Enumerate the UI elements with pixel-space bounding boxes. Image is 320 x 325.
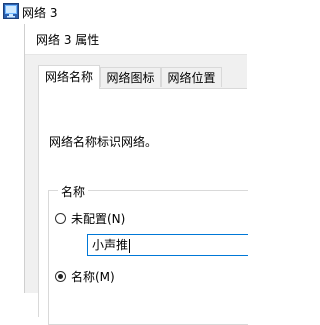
properties-dialog: 网络 3 属性 网络名称 网络图标 网络位置 网络名称标识网络。 名称 未配置(…: [24, 24, 248, 325]
radio-label-name: 名称(M): [71, 269, 115, 284]
tab-panel-network-name: 网络名称标识网络。 名称 未配置(N) 名称(M) 小声推: [38, 88, 248, 325]
dialog-titlebar[interactable]: 网络 3 属性: [25, 24, 247, 55]
description-text: 网络名称标识网络。: [49, 135, 158, 149]
radio-name[interactable]: 名称(M): [55, 267, 115, 285]
outer-window-title: 网络 3: [22, 6, 58, 20]
text-caret: [129, 238, 131, 253]
dialog-title: 网络 3 属性: [36, 33, 100, 47]
radio-label-unconfigured: 未配置(N): [71, 211, 126, 226]
name-groupbox: 名称 未配置(N) 名称(M): [48, 183, 248, 325]
outer-titlebar: 网络 3: [0, 0, 246, 24]
radio-button-checked[interactable]: [55, 270, 66, 282]
network-name-input[interactable]: 小声推: [87, 234, 248, 256]
network-name-value: 小声推: [92, 238, 129, 252]
radio-unconfigured[interactable]: 未配置(N): [55, 209, 125, 227]
tab-network-icon[interactable]: 网络图标: [100, 67, 161, 87]
groupbox-label: 名称: [58, 183, 89, 200]
network-icon: [3, 3, 19, 19]
tab-network-name[interactable]: 网络名称: [38, 65, 100, 89]
tab-network-location[interactable]: 网络位置: [161, 67, 222, 87]
radio-button[interactable]: [55, 212, 66, 224]
